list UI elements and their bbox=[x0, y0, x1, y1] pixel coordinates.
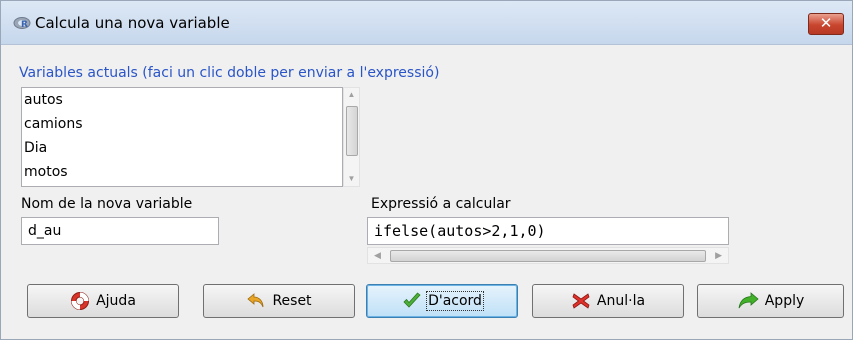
window-title: Calcula una nova variable bbox=[35, 14, 230, 32]
cancel-button-label: Anul·la bbox=[596, 293, 646, 309]
ok-button[interactable]: D'acord bbox=[366, 284, 518, 318]
new-variable-name-input[interactable]: d_au bbox=[21, 217, 219, 245]
list-item[interactable]: Dia bbox=[22, 136, 342, 160]
green-arrow-icon bbox=[738, 292, 759, 309]
variables-label: Variables actuals (faci un clic doble pe… bbox=[19, 65, 440, 81]
red-x-icon bbox=[572, 293, 590, 309]
help-button-label: Ajuda bbox=[96, 293, 136, 309]
expression-horizontal-scrollbar[interactable]: ◀ ▶ bbox=[367, 247, 729, 264]
name-field-label: Nom de la nova variable bbox=[21, 196, 193, 212]
scroll-thumb[interactable] bbox=[346, 106, 358, 156]
undo-arrow-icon bbox=[247, 293, 264, 308]
title-bar[interactable]: R Calcula una nova variable ✕ bbox=[1, 1, 852, 45]
reset-button-label: Reset bbox=[272, 293, 312, 309]
cancel-button[interactable]: Anul·la bbox=[532, 284, 684, 318]
scroll-down-icon[interactable]: ▼ bbox=[347, 175, 356, 183]
list-item[interactable]: motos bbox=[22, 160, 342, 184]
help-button[interactable]: Ajuda bbox=[27, 284, 179, 318]
scroll-up-icon[interactable]: ▲ bbox=[347, 91, 356, 99]
r-logo-icon: R bbox=[13, 17, 31, 30]
scroll-right-icon[interactable]: ▶ bbox=[715, 250, 722, 261]
dialog-window: R Calcula una nova variable ✕ Variables … bbox=[0, 0, 853, 340]
close-button[interactable]: ✕ bbox=[808, 13, 844, 35]
checkmark-icon bbox=[403, 292, 421, 308]
list-item[interactable]: camions bbox=[22, 112, 342, 136]
variables-listbox[interactable]: autos camions Dia motos bbox=[21, 87, 343, 187]
reset-button[interactable]: Reset bbox=[203, 284, 355, 318]
variables-vertical-scrollbar[interactable]: ▲ ▼ bbox=[343, 87, 360, 187]
svg-text:R: R bbox=[21, 20, 28, 30]
list-item[interactable]: autos bbox=[22, 88, 342, 112]
lifebuoy-icon bbox=[71, 292, 90, 310]
apply-button[interactable]: Apply bbox=[697, 284, 844, 318]
apply-button-label: Apply bbox=[764, 293, 805, 309]
scroll-thumb[interactable] bbox=[390, 250, 706, 262]
ok-button-label: D'acord bbox=[426, 291, 484, 311]
scroll-left-icon[interactable]: ◀ bbox=[374, 250, 381, 261]
expression-input[interactable]: ifelse(autos>2,1,0) bbox=[367, 217, 729, 245]
expression-field-label: Expressió a calcular bbox=[371, 196, 511, 212]
